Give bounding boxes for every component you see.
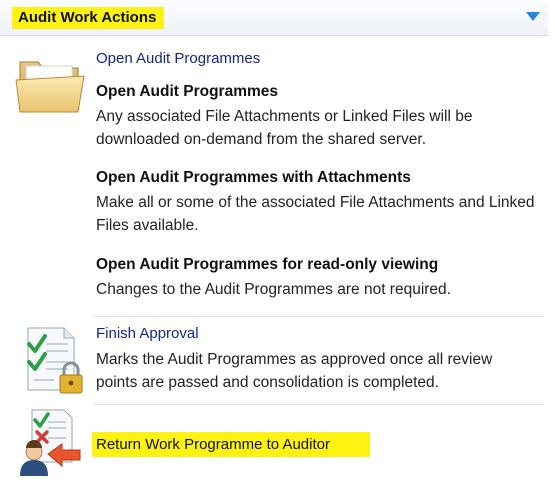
open-option[interactable]: Open Audit Programmes Any associated Fil… — [96, 83, 536, 151]
open-read-only-title[interactable]: Open Audit Programmes for read-only view… — [96, 256, 536, 274]
open-read-only-desc: Changes to the Audit Programmes are not … — [96, 281, 451, 298]
open-option-title[interactable]: Open Audit Programmes — [96, 83, 536, 101]
separator — [94, 316, 544, 317]
finish-approval-link[interactable]: Finish Approval — [96, 325, 199, 342]
folder-icon — [15, 61, 85, 113]
open-with-attachments-desc: Make all or some of the associated File … — [96, 194, 535, 234]
panel-title: Audit Work Actions — [12, 7, 165, 29]
return-work-programme-link[interactable]: Return Work Programme to Auditor — [96, 436, 330, 453]
open-with-attachments-option[interactable]: Open Audit Programmes with Attachments M… — [96, 169, 536, 237]
approved-document-lock-icon — [27, 327, 83, 394]
open-audit-programmes-link[interactable]: Open Audit Programmes — [96, 50, 260, 67]
open-read-only-option[interactable]: Open Audit Programmes for read-only view… — [96, 256, 536, 301]
finish-approval-desc: Marks the Audit Programmes as approved o… — [96, 351, 493, 391]
panel-header: Audit Work Actions — [0, 0, 555, 36]
return-to-auditor-icon — [20, 409, 81, 476]
open-with-attachments-title[interactable]: Open Audit Programmes with Attachments — [96, 169, 536, 187]
separator — [94, 404, 544, 405]
open-option-desc: Any associated File Attachments or Linke… — [96, 108, 473, 148]
chevron-down-icon[interactable] — [525, 11, 541, 23]
